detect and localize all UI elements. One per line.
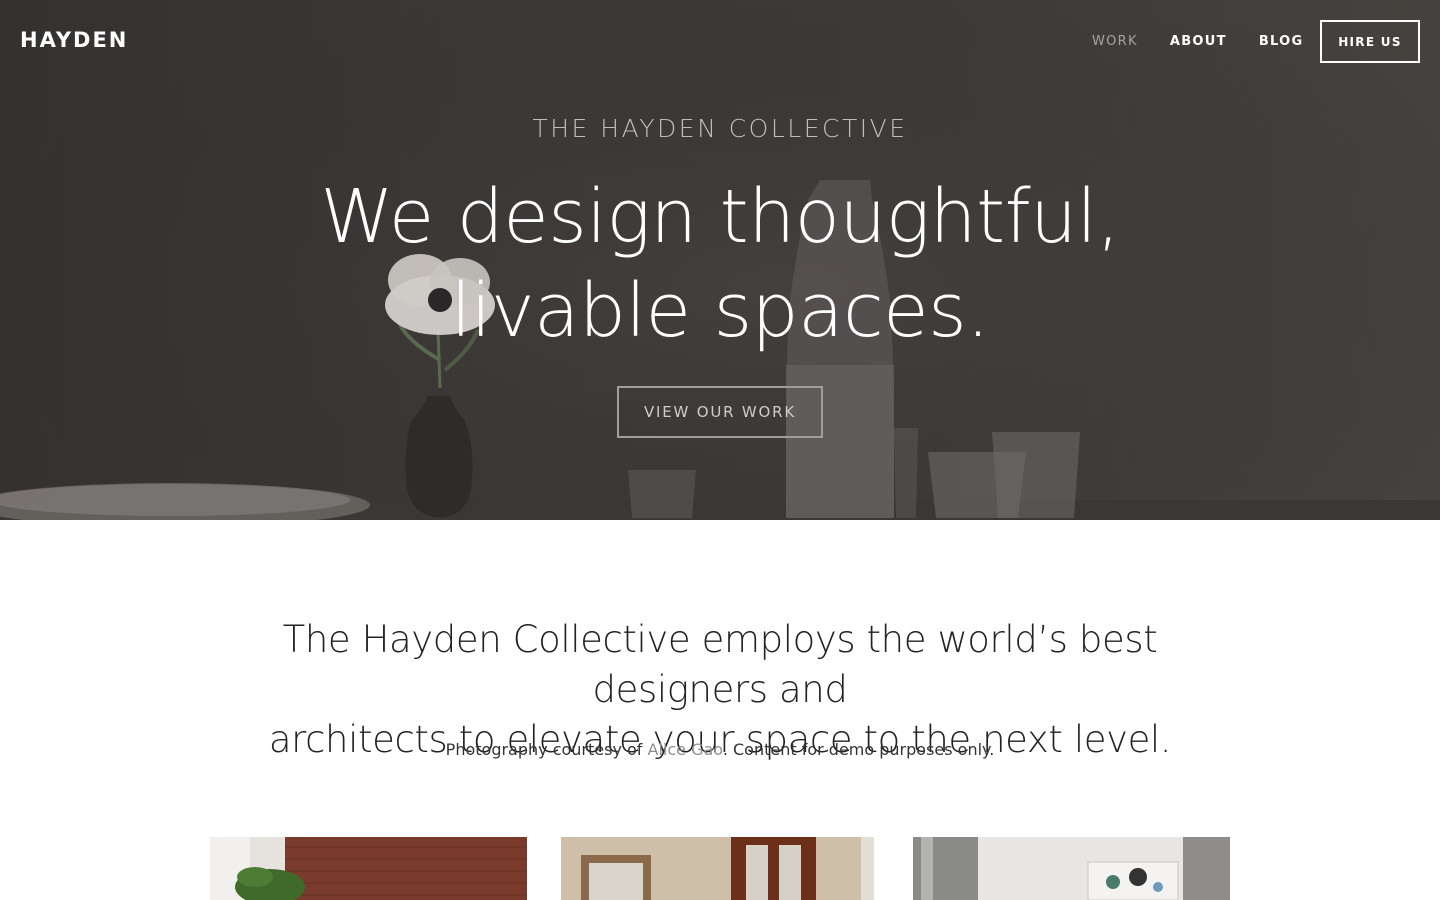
intro-headline-line-1: The Hayden Collective employs the world’… — [282, 618, 1158, 711]
gallery-item-3[interactable] — [913, 837, 1230, 900]
gallery-item-1[interactable] — [210, 837, 527, 900]
hero-section: HAYDEN WORK ABOUT BLOG HIRE US THE HAYDE… — [0, 0, 1440, 520]
hero-title-line-1: We design thoughtful, — [320, 174, 1120, 260]
nav-link-blog[interactable]: BLOG — [1259, 34, 1304, 49]
site-header: HAYDEN WORK ABOUT BLOG HIRE US — [0, 0, 1440, 84]
hire-us-button[interactable]: HIRE US — [1320, 20, 1420, 63]
hero-kicker: THE HAYDEN COLLECTIVE — [532, 114, 908, 143]
gallery-item-2[interactable] — [561, 837, 874, 900]
hero-title: We design thoughtful, livable spaces. — [0, 170, 1440, 358]
main-nav: WORK ABOUT BLOG — [1092, 34, 1335, 49]
gallery-image-window-room — [561, 837, 874, 900]
credit-link-alice-gao[interactable]: Alice Gao — [648, 740, 723, 759]
credit-suffix: . Content for demo purposes only. — [722, 740, 995, 759]
photo-credit: Photography courtesy of Alice Gao. Conte… — [0, 740, 1440, 759]
site-logo[interactable]: HAYDEN — [20, 28, 128, 52]
credit-prefix: Photography courtesy of — [445, 740, 648, 759]
gallery-image-art-wall — [913, 837, 1230, 900]
view-our-work-button[interactable]: VIEW OUR WORK — [617, 386, 823, 438]
nav-link-about[interactable]: ABOUT — [1170, 34, 1227, 49]
hero-title-line-2: livable spaces. — [450, 268, 990, 354]
gallery-image-brick-wall — [210, 837, 527, 900]
nav-link-work[interactable]: WORK — [1092, 34, 1138, 49]
